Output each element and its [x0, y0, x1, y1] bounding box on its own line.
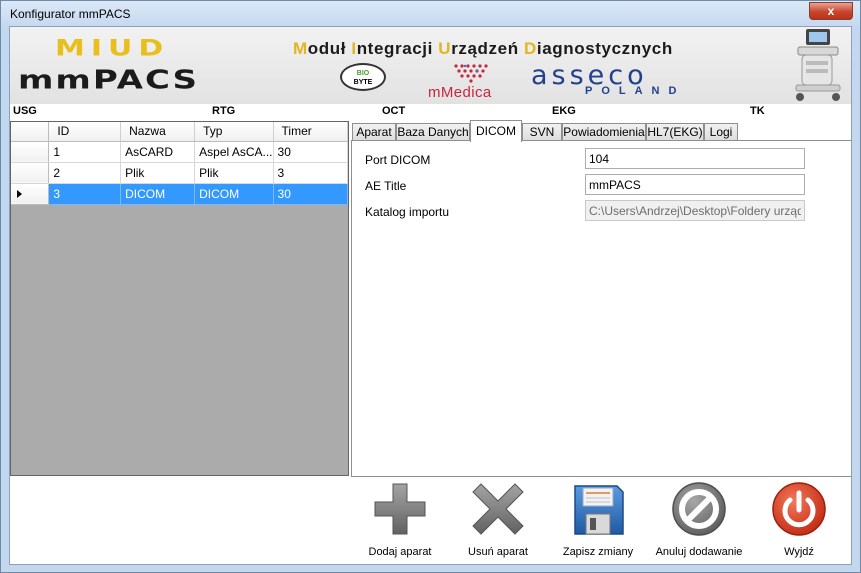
cell-id[interactable]: 1	[48, 141, 122, 163]
window-controls: x	[809, 2, 853, 20]
cell-nazwa[interactable]: AsCARD	[120, 141, 196, 163]
add-device-button[interactable]: Dodaj aparat	[365, 480, 435, 562]
ae-title-input[interactable]	[585, 174, 805, 195]
modality-oct: OCT	[382, 105, 406, 117]
tab-aparat[interactable]: Aparat	[352, 123, 396, 141]
save-changes-button[interactable]: Zapisz zmiany	[560, 480, 636, 562]
headline-text: ntegracji	[356, 39, 439, 58]
grid-corner-header[interactable]	[11, 122, 50, 142]
save-changes-label: Zapisz zmiany	[562, 546, 634, 558]
floppy-disk-icon	[574, 485, 624, 535]
table-row[interactable]: 1 AsCARD Aspel AsCA... 30	[11, 141, 349, 163]
modality-usg: USG	[13, 105, 37, 117]
table-row[interactable]: 2 Plik Plik 3	[11, 162, 349, 184]
mmedica-dots-icon	[454, 64, 488, 83]
grid-header-row: ID Nazwa Typ Timer	[11, 122, 349, 142]
asseco-poland-text: POLAND	[585, 85, 686, 97]
headline-initial: D	[524, 39, 537, 58]
column-header-id[interactable]: ID	[48, 122, 122, 142]
plus-icon	[374, 483, 426, 535]
ae-title-label: AE Title	[365, 179, 407, 193]
column-header-typ[interactable]: Typ	[194, 122, 274, 142]
remove-device-button[interactable]: Usuń aparat	[463, 480, 533, 562]
miud-logo: MIUD	[55, 35, 170, 62]
power-icon	[772, 482, 826, 536]
cell-timer[interactable]: 3	[273, 162, 349, 184]
devices-table: ID Nazwa Typ Timer 1 AsCARD Aspel AsCA..…	[11, 122, 349, 205]
headline-text: iagnostycznych	[536, 39, 673, 58]
headline-initial: U	[438, 39, 452, 58]
banner-headline: Moduł Integracji Urządzeń Diagnostycznyc…	[293, 39, 673, 59]
cell-typ[interactable]: Plik	[194, 162, 274, 184]
tab-baza-danych[interactable]: Baza Danych	[396, 123, 470, 141]
column-header-nazwa[interactable]: Nazwa	[120, 122, 196, 142]
modality-tk: TK	[750, 105, 765, 117]
cancel-adding-button[interactable]: Anuluj dodawanie	[653, 480, 745, 562]
cell-typ[interactable]: DICOM	[194, 183, 274, 205]
ultrasound-device-icon	[795, 29, 841, 101]
tab-hl7-ekg[interactable]: HL7(EKG)	[646, 123, 704, 141]
dicom-tab-panel: Port DICOM AE Title Katalog importu	[351, 140, 851, 477]
cell-nazwa[interactable]: Plik	[120, 162, 196, 184]
tab-svn[interactable]: SVN	[522, 123, 562, 141]
biobyte-logo: BIO BYTE	[340, 63, 386, 91]
mmpacs-logo: mmPACS	[18, 65, 200, 95]
row-header[interactable]	[11, 183, 50, 205]
row-header[interactable]	[11, 162, 50, 184]
exit-label: Wyjdź	[784, 546, 814, 558]
tab-logi[interactable]: Logi	[704, 123, 738, 141]
cell-timer[interactable]: 30	[273, 183, 349, 205]
title-bar[interactable]: Konfigurator mmPACS x	[1, 1, 860, 26]
modality-labels: USG RTG OCT EKG TK	[10, 104, 851, 118]
add-device-label: Dodaj aparat	[368, 546, 432, 558]
row-header[interactable]	[11, 141, 50, 163]
headline-text: oduł	[307, 39, 352, 58]
headline-text: rządzeń	[451, 39, 525, 58]
biobyte-byte-text: BYTE	[353, 79, 373, 86]
cell-id[interactable]: 2	[48, 162, 122, 184]
cancel-adding-label: Anuluj dodawanie	[655, 546, 743, 558]
devices-grid[interactable]: ID Nazwa Typ Timer 1 AsCARD Aspel AsCA..…	[10, 121, 349, 476]
tab-powiadomienia[interactable]: Powiadomienia	[562, 123, 646, 141]
tab-dicom[interactable]: DICOM	[470, 120, 522, 142]
cell-timer[interactable]: 30	[273, 141, 349, 163]
remove-device-label: Usuń aparat	[468, 546, 528, 558]
main-window: Konfigurator mmPACS x MIUD mmPACS Moduł …	[0, 0, 861, 573]
header-banner: MIUD mmPACS Moduł Integracji Urządzeń Di…	[10, 27, 851, 105]
exit-button[interactable]: Wyjdź	[764, 480, 834, 562]
modality-rtg: RTG	[212, 105, 236, 117]
cell-nazwa[interactable]: DICOM	[120, 183, 196, 205]
port-dicom-input[interactable]	[585, 148, 805, 169]
cancel-circle-icon	[672, 482, 726, 536]
x-delete-icon	[472, 483, 524, 535]
cell-typ[interactable]: Aspel AsCA...	[194, 141, 274, 163]
modality-ekg: EKG	[552, 105, 576, 117]
headline-initial: M	[293, 39, 308, 58]
port-dicom-label: Port DICOM	[365, 153, 431, 167]
window-title: Konfigurator mmPACS	[10, 7, 131, 21]
katalog-importu-input[interactable]	[585, 200, 805, 221]
window-close-button[interactable]: x	[809, 2, 853, 20]
column-header-timer[interactable]: Timer	[273, 122, 349, 142]
table-row-selected[interactable]: 3 DICOM DICOM 30	[11, 183, 349, 205]
katalog-importu-label: Katalog importu	[365, 205, 450, 219]
biobyte-bio-text: BIO	[356, 70, 370, 77]
client-area: MIUD mmPACS Moduł Integracji Urządzeń Di…	[9, 26, 852, 565]
current-row-arrow-icon	[17, 189, 22, 198]
cell-id[interactable]: 3	[48, 183, 122, 205]
mmedica-logo: mMedica	[428, 84, 492, 101]
